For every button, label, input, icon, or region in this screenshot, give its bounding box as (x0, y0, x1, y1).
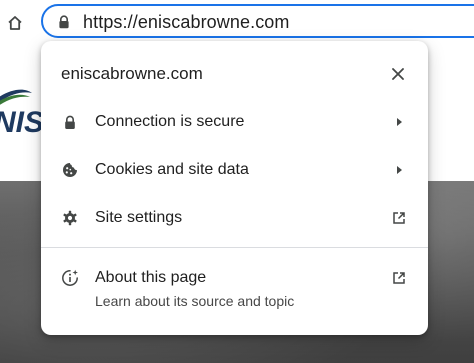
external-link-icon (391, 210, 407, 226)
about-this-page-label: About this page (95, 269, 207, 286)
cookies-site-data-label: Cookies and site data (95, 161, 249, 178)
page-info-popup: eniscabrowne.com Connection is secure Co… (41, 41, 428, 335)
cookies-site-data-row[interactable]: Cookies and site data (41, 146, 428, 194)
external-link-icon (391, 270, 407, 286)
popup-title: eniscabrowne.com (61, 64, 203, 83)
about-this-page-sublabel: Learn about its source and topic (95, 293, 295, 309)
browser-toolbar: https://eniscabrowne.com (0, 0, 474, 45)
lock-icon[interactable] (57, 15, 71, 29)
about-this-page-row[interactable]: About this page Learn about its source a… (41, 255, 428, 319)
site-settings-label: Site settings (95, 209, 183, 226)
close-icon (392, 68, 404, 80)
close-button[interactable] (389, 65, 407, 83)
svg-text:NIS: NIS (0, 106, 44, 139)
home-icon (8, 16, 22, 30)
home-button[interactable] (4, 12, 26, 34)
arrow-right-icon (391, 114, 407, 130)
site-settings-row[interactable]: Site settings (41, 194, 428, 242)
connection-secure-label: Connection is secure (95, 113, 245, 130)
gear-icon (61, 209, 79, 227)
connection-secure-row[interactable]: Connection is secure (41, 98, 428, 146)
arrow-right-icon (391, 162, 407, 178)
address-bar[interactable]: https://eniscabrowne.com (41, 4, 474, 38)
cookie-icon (61, 161, 79, 179)
url-text[interactable]: https://eniscabrowne.com (83, 12, 290, 32)
info-sparkle-icon (61, 269, 79, 287)
lock-icon (61, 113, 79, 131)
divider (41, 247, 428, 248)
